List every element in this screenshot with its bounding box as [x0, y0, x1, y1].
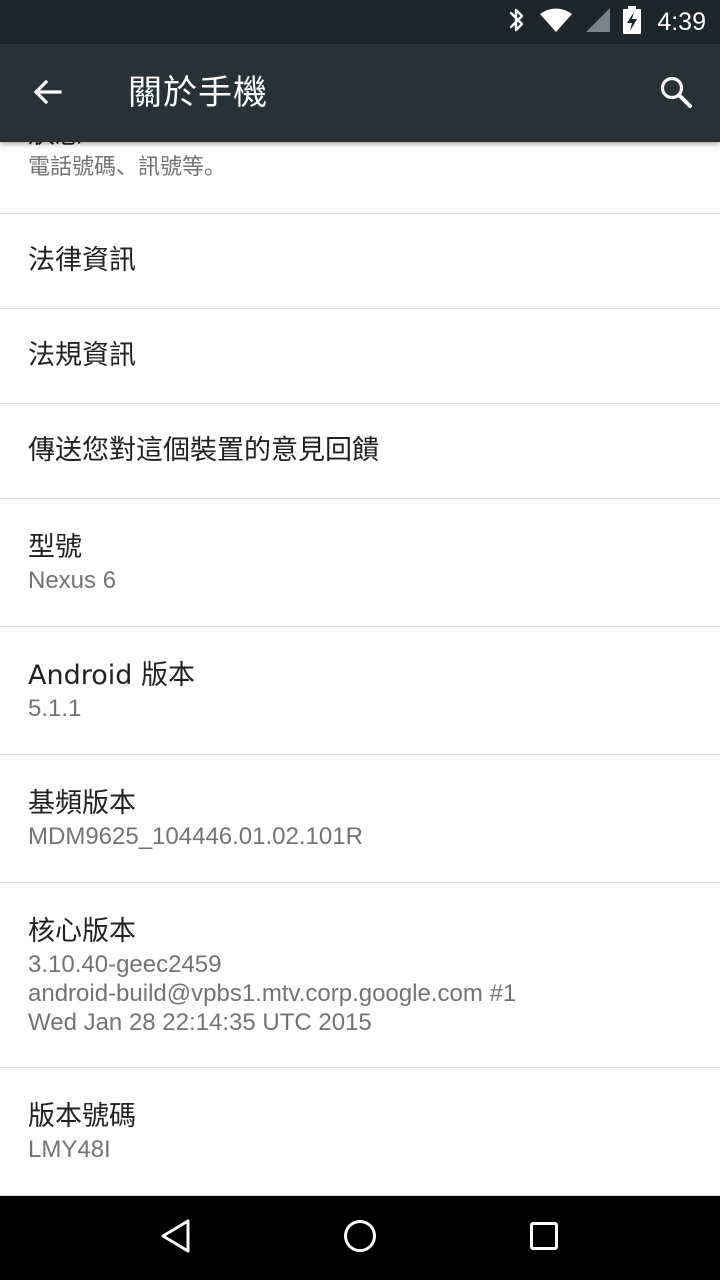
item-title: 核心版本	[28, 915, 136, 947]
battery-charging-icon	[623, 6, 642, 38]
back-button[interactable]	[22, 68, 74, 120]
home-circle-icon	[342, 1218, 378, 1258]
status-icons: 4:39	[507, 0, 706, 44]
list-item-build-number[interactable]: 版本號碼 LMY48I	[0, 1068, 720, 1196]
recents-square-icon	[528, 1220, 560, 1256]
list-item-status[interactable]: 狀態 電話號碼、訊號等。	[0, 142, 720, 214]
back-triangle-icon	[159, 1218, 193, 1258]
list-item-baseband[interactable]: 基頻版本 MDM9625_104446.01.02.101R	[0, 755, 720, 883]
item-summary: 3.10.40-geec2459 android-build@vpbs1.mtv…	[28, 950, 517, 1036]
list-item-regulatory[interactable]: 法規資訊	[0, 309, 720, 404]
item-summary: MDM9625_104446.01.02.101R	[28, 823, 363, 850]
item-summary: LMY48I	[28, 1136, 111, 1163]
nav-back-button[interactable]	[146, 1208, 206, 1268]
wifi-icon	[539, 7, 573, 37]
bluetooth-icon	[507, 6, 527, 38]
list-item-android-version[interactable]: Android 版本 5.1.1	[0, 627, 720, 755]
nav-home-button[interactable]	[330, 1208, 390, 1268]
list-item-legal[interactable]: 法律資訊	[0, 214, 720, 309]
item-summary: Nexus 6	[28, 567, 117, 594]
nav-recents-button[interactable]	[514, 1208, 574, 1268]
list-item-model[interactable]: 型號 Nexus 6	[0, 499, 720, 627]
item-title: 型號	[28, 532, 82, 563]
page-title: 關於手機	[128, 73, 268, 113]
search-button[interactable]	[650, 68, 702, 120]
item-title: 基頻版本	[28, 788, 136, 819]
arrow-back-icon	[32, 76, 64, 112]
clock: 4:39	[657, 7, 706, 36]
item-title: 法規資訊	[28, 340, 136, 371]
item-summary: 電話號碼、訊號等。	[28, 155, 227, 180]
item-title: 版本號碼	[28, 1101, 136, 1132]
search-icon	[659, 75, 693, 113]
app-toolbar: 關於手機	[0, 44, 720, 142]
status-bar: 4:39	[0, 0, 720, 44]
settings-list[interactable]: 狀態 電話號碼、訊號等。 法律資訊 法規資訊 傳送您對這個裝置的意見回饋 型號 …	[0, 142, 720, 1196]
cell-signal-icon	[585, 7, 611, 37]
list-item-feedback[interactable]: 傳送您對這個裝置的意見回饋	[0, 404, 720, 499]
item-title: 傳送您對這個裝置的意見回饋	[28, 435, 379, 466]
item-title: 狀態	[28, 142, 692, 153]
item-title: Android 版本	[28, 660, 195, 691]
navigation-bar	[0, 1196, 720, 1280]
item-title: 法律資訊	[28, 245, 136, 276]
list-item-kernel[interactable]: 核心版本 3.10.40-geec2459 android-build@vpbs…	[0, 883, 720, 1068]
item-summary: 5.1.1	[28, 695, 82, 722]
